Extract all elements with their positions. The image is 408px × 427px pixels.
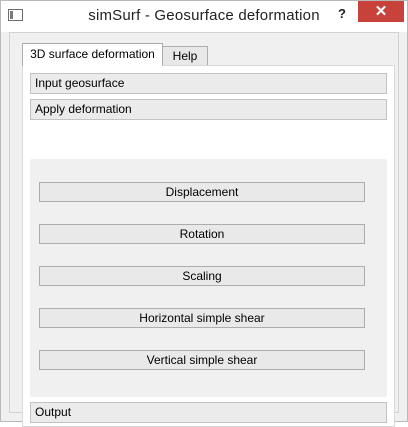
horizontal-simple-shear-button[interactable]: Horizontal simple shear xyxy=(39,308,365,328)
section-label: Apply deformation xyxy=(35,102,132,116)
section-label: Input geosurface xyxy=(35,76,125,90)
tab-label: 3D surface deformation xyxy=(30,47,155,61)
vertical-simple-shear-button[interactable]: Vertical simple shear xyxy=(39,350,365,370)
dialog-content: 3D surface deformation Help Input geosur… xyxy=(9,32,399,427)
rotation-button[interactable]: Rotation xyxy=(39,224,365,244)
tab-pane: Input geosurface Apply deformation Displ… xyxy=(22,65,395,427)
section-apply-deformation[interactable]: Apply deformation xyxy=(30,99,387,120)
tab-help[interactable]: Help xyxy=(162,46,208,66)
displacement-button[interactable]: Displacement xyxy=(39,182,365,202)
main-window: simSurf - Geosurface deformation ? ✕ 3D … xyxy=(0,0,408,427)
scaling-button[interactable]: Scaling xyxy=(39,266,365,286)
close-button[interactable]: ✕ xyxy=(358,1,404,22)
section-output[interactable]: Output xyxy=(30,402,387,423)
tab-3d-surface-deformation[interactable]: 3D surface deformation xyxy=(22,43,163,66)
section-input-geosurface[interactable]: Input geosurface xyxy=(30,73,387,94)
section-label: Output xyxy=(35,405,72,419)
deformation-panel: Displacement Rotation Scaling Horizontal… xyxy=(30,159,387,397)
help-button[interactable]: ? xyxy=(331,4,353,24)
title-bar: simSurf - Geosurface deformation ? ✕ xyxy=(1,1,407,32)
tab-label: Help xyxy=(172,49,198,63)
